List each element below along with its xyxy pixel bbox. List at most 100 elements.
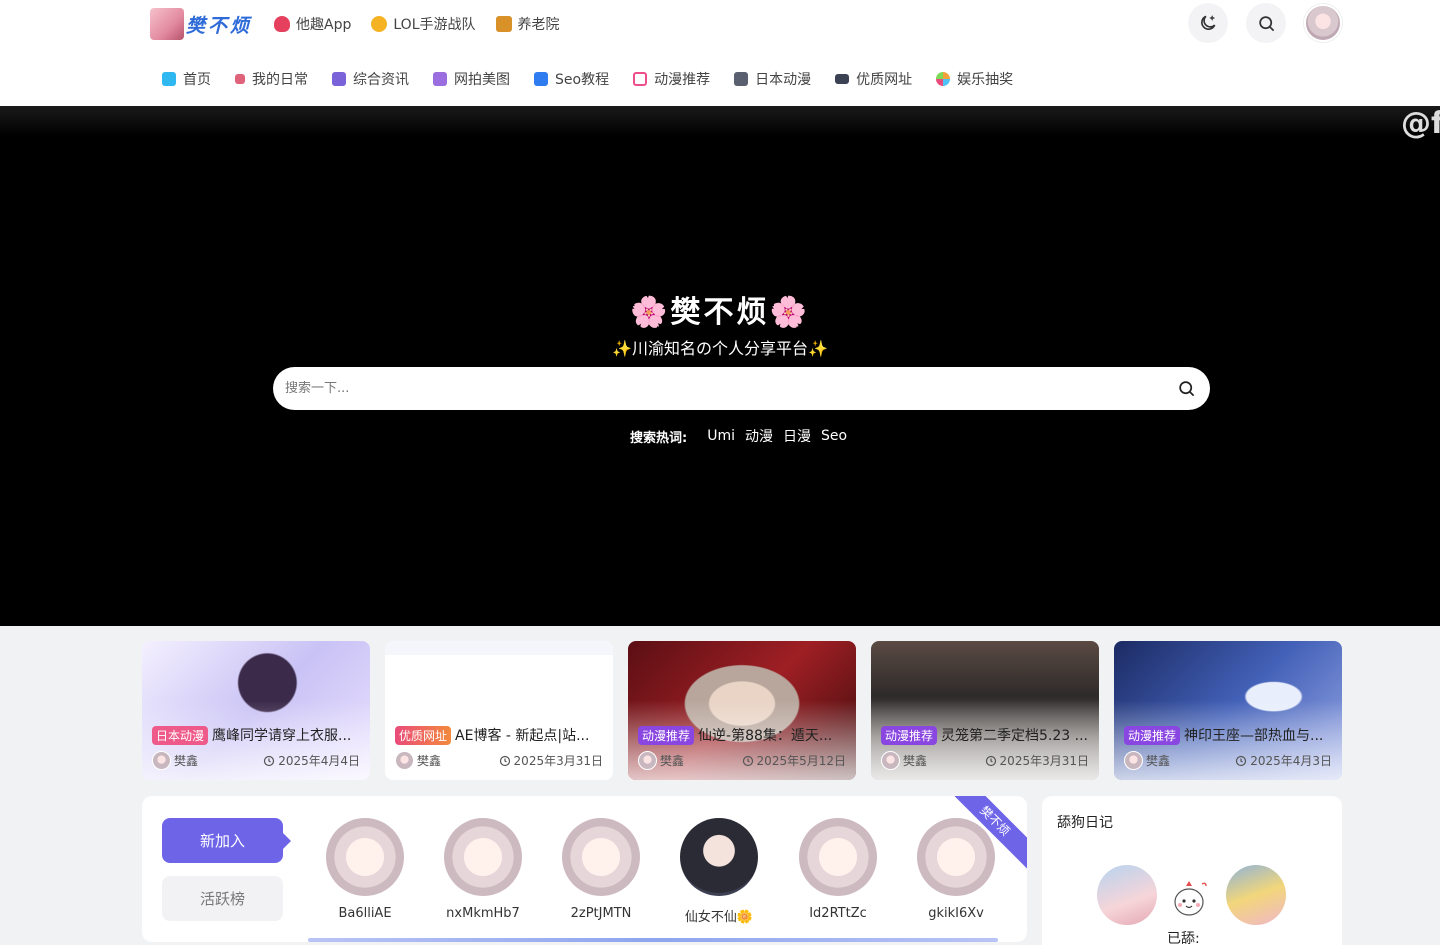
- post-title[interactable]: 仙逆-第88集：遁天...: [698, 725, 832, 745]
- member-name: nxMkmHb7: [446, 906, 520, 921]
- post-title[interactable]: AE博客 - 新起点|站...: [455, 725, 589, 745]
- post-date: 2025年3月31日: [985, 752, 1089, 769]
- members-scrollbar[interactable]: [308, 938, 998, 942]
- truck-icon: [835, 74, 850, 84]
- hot-keywords: 搜索热词: Umi 动漫 日漫 Seo: [630, 426, 857, 446]
- nav-item-photos[interactable]: 网拍美图: [433, 69, 510, 89]
- category-tag[interactable]: 日本动漫: [152, 725, 209, 745]
- nav-label: 我的日常: [252, 72, 308, 88]
- post-card[interactable]: 动漫推荐 灵笼第二季定档5.23 ... 樊鑫 2025年3月31日: [871, 641, 1099, 780]
- member-item[interactable]: 2zPtJMTN: [551, 818, 651, 921]
- post-author[interactable]: 樊鑫: [1124, 751, 1170, 770]
- author-name: 樊鑫: [1146, 754, 1171, 768]
- member-item[interactable]: Ba6lliAE: [315, 818, 415, 921]
- post-author[interactable]: 樊鑫: [395, 751, 441, 770]
- home-icon: [162, 72, 176, 86]
- top-link-lol[interactable]: LOL手游战队: [371, 14, 476, 34]
- nav-label: Seo教程: [555, 72, 610, 88]
- nav-item-sites[interactable]: 优质网址: [835, 69, 912, 89]
- category-tag[interactable]: 优质网址: [395, 725, 452, 745]
- hot-keyword[interactable]: Umi: [707, 428, 735, 444]
- nav-item-home[interactable]: 首页: [162, 69, 211, 89]
- calendar-icon: [235, 74, 245, 84]
- nav-label: 综合资讯: [353, 72, 409, 88]
- post-card[interactable]: 动漫推荐 仙逆-第88集：遁天... 樊鑫 2025年5月12日: [628, 641, 856, 780]
- date-text: 2025年5月12日: [756, 754, 846, 768]
- date-text: 2025年4月4日: [278, 754, 360, 768]
- header-tools: [1170, 3, 1342, 43]
- image-icon: [433, 72, 447, 86]
- diary-avatar-left: [1097, 865, 1157, 925]
- card-meta-row: 樊鑫 2025年3月31日: [881, 751, 1089, 770]
- dark-mode-button[interactable]: [1188, 3, 1228, 43]
- nav-item-daily[interactable]: 我的日常: [235, 69, 308, 89]
- hot-keyword[interactable]: 动漫: [745, 426, 773, 446]
- member-avatar: [680, 818, 758, 896]
- card-title-row: 优质网址 AE博客 - 新起点|站...: [395, 725, 605, 745]
- post-title[interactable]: 灵笼第二季定档5.23 ...: [941, 725, 1088, 745]
- user-avatar[interactable]: [1304, 4, 1342, 42]
- post-card[interactable]: 日本动漫 鹰峰同学请穿上衣服... 樊鑫 2025年4月4日: [142, 641, 370, 780]
- top-link-label: 养老院: [517, 17, 560, 33]
- play-icon: [734, 72, 749, 86]
- date-text: 2025年3月31日: [513, 754, 603, 768]
- cute-mascot-icon: [1174, 881, 1207, 916]
- card-title-row: 日本动漫 鹰峰同学请穿上衣服...: [152, 725, 362, 745]
- top-link-nursing-home[interactable]: 养老院: [495, 14, 560, 34]
- members-panel: 新加入 活跃榜 Ba6lliAE nxMkmHb7 2zPtJMTN 仙女不仙🌼…: [142, 796, 1027, 942]
- nav-label: 网拍美图: [454, 72, 510, 88]
- hot-keyword[interactable]: Seo: [821, 428, 847, 444]
- member-item[interactable]: 仙女不仙🌼: [669, 818, 769, 925]
- tv-icon: [633, 72, 648, 86]
- member-name: gkikI6Xv: [928, 906, 984, 921]
- card-title-row: 动漫推荐 灵笼第二季定档5.23 ...: [881, 725, 1091, 745]
- member-item[interactable]: nxMkmHb7: [433, 818, 533, 921]
- author-avatar: [395, 751, 414, 770]
- member-avatar: [444, 818, 522, 896]
- lol-coin-icon: [371, 16, 388, 32]
- site-header: 樊不烦 他趣App LOL手游战队 养老院 首页 我的日常 综合资讯 网拍美图 …: [0, 0, 1440, 106]
- top-link-label: LOL手游战队: [393, 17, 476, 33]
- member-item[interactable]: Id2RTtZc: [788, 818, 888, 921]
- category-tag[interactable]: 动漫推荐: [638, 725, 695, 745]
- category-tag[interactable]: 动漫推荐: [881, 725, 938, 745]
- post-author[interactable]: 樊鑫: [152, 751, 198, 770]
- post-date: 2025年4月4日: [263, 752, 360, 769]
- post-title[interactable]: 神印王座—部热血与...: [1184, 725, 1323, 745]
- nav-label: 日本动漫: [755, 72, 812, 88]
- post-author[interactable]: 樊鑫: [638, 751, 684, 770]
- hero-search-box: [273, 367, 1210, 410]
- tab-new-members[interactable]: 新加入: [162, 818, 291, 863]
- nav-item-lottery[interactable]: 娱乐抽奖: [936, 69, 1013, 89]
- tab-active-ranking[interactable]: 活跃榜: [162, 876, 283, 921]
- post-title[interactable]: 鹰峰同学请穿上衣服...: [212, 725, 351, 745]
- heart-people-icon: [274, 16, 291, 32]
- logo-image: [150, 8, 184, 40]
- post-card[interactable]: 优质网址 AE博客 - 新起点|站... 樊鑫 2025年3月31日: [385, 641, 613, 780]
- search-icon[interactable]: [1177, 379, 1196, 398]
- date-text: 2025年3月31日: [999, 754, 1089, 768]
- nav-item-japan-anime[interactable]: 日本动漫: [734, 69, 811, 89]
- author-avatar: [638, 751, 657, 770]
- moon-icon: [1201, 15, 1216, 30]
- site-logo[interactable]: 樊不烦: [150, 6, 252, 42]
- hot-label: 搜索热词:: [630, 430, 688, 446]
- card-title-row: 动漫推荐 仙逆-第88集：遁天...: [638, 725, 848, 745]
- post-author[interactable]: 樊鑫: [881, 751, 927, 770]
- hero-banner: @f 🌸樊不烦🌸 ✨川渝知名の个人分享平台✨ 搜索热词: Umi 动漫 日漫 S…: [0, 106, 1440, 626]
- post-card[interactable]: 动漫推荐 神印王座—部热血与... 樊鑫 2025年4月3日: [1114, 641, 1342, 780]
- hot-keyword[interactable]: 日漫: [783, 426, 811, 446]
- date-text: 2025年4月3日: [1250, 754, 1332, 768]
- nav-item-seo[interactable]: Seo教程: [534, 69, 609, 89]
- diary-panel: 舔狗日记 已舔:: [1042, 796, 1342, 945]
- search-button[interactable]: [1246, 3, 1286, 43]
- nav-item-anime-rec[interactable]: 动漫推荐: [633, 69, 710, 89]
- top-link-tacqu[interactable]: 他趣App: [274, 14, 351, 34]
- nav-item-news[interactable]: 综合资讯: [332, 69, 409, 89]
- hero-search-input[interactable]: [285, 381, 1177, 396]
- author-name: 樊鑫: [417, 754, 442, 768]
- featured-posts: 日本动漫 鹰峰同学请穿上衣服... 樊鑫 2025年4月4日 优质网址 AE博客…: [142, 641, 1342, 780]
- hero-subtitle: ✨川渝知名の个人分享平台✨: [612, 339, 828, 358]
- diary-avatar-right: [1226, 865, 1286, 925]
- category-tag[interactable]: 动漫推荐: [1124, 725, 1181, 745]
